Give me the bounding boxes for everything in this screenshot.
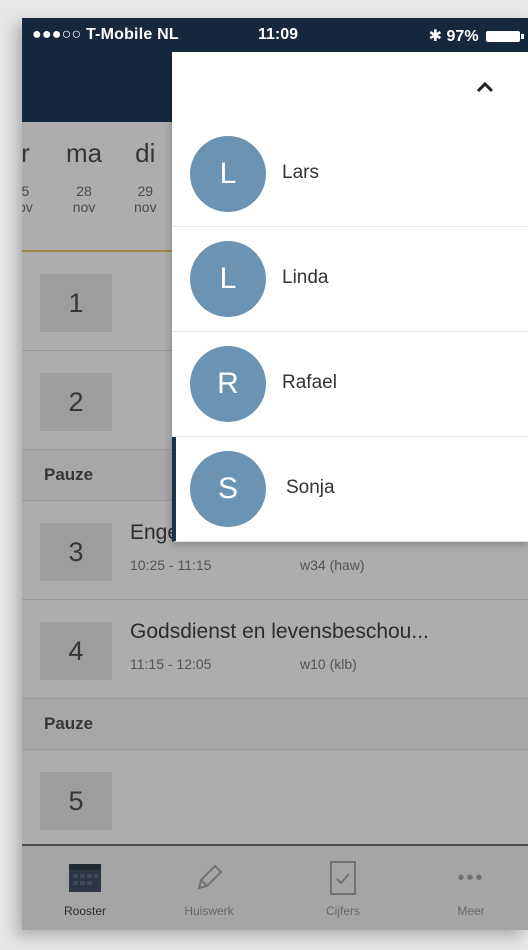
collapse-toggle[interactable] bbox=[442, 52, 528, 122]
clock: 11:09 bbox=[258, 26, 299, 43]
user-item-lars[interactable]: L Lars bbox=[172, 122, 528, 227]
user-item-sonja[interactable]: S Sonja bbox=[172, 437, 528, 542]
avatar: L bbox=[190, 136, 266, 212]
status-bar: ●●●○○ T-Mobile NL 11:09 ✱ 97% bbox=[22, 18, 528, 52]
user-name: Rafael bbox=[282, 372, 337, 393]
battery-status: ✱ 97% bbox=[428, 26, 524, 46]
user-name: Sonja bbox=[286, 477, 335, 498]
battery-icon bbox=[486, 31, 524, 43]
avatar: R bbox=[190, 346, 266, 422]
battery-percent: 97% bbox=[446, 28, 479, 45]
bluetooth-icon: ✱ bbox=[428, 28, 443, 45]
avatar: L bbox=[190, 241, 266, 317]
user-list: L Lars L Linda R Rafael S Sonja bbox=[172, 122, 528, 542]
chevron-up-icon bbox=[476, 81, 494, 93]
user-name: Linda bbox=[282, 267, 329, 288]
user-item-rafael[interactable]: R Rafael bbox=[172, 332, 528, 437]
user-dropdown: L Lars L Linda R Rafael S Sonja bbox=[172, 52, 528, 542]
phone-screen: ●●●○○ T-Mobile NL 11:09 ✱ 97% Rooster r … bbox=[22, 18, 528, 930]
carrier-label: ●●●○○ T-Mobile NL bbox=[32, 26, 179, 43]
user-name: Lars bbox=[282, 162, 319, 183]
avatar: S bbox=[190, 451, 266, 527]
user-item-linda[interactable]: L Linda bbox=[172, 227, 528, 332]
